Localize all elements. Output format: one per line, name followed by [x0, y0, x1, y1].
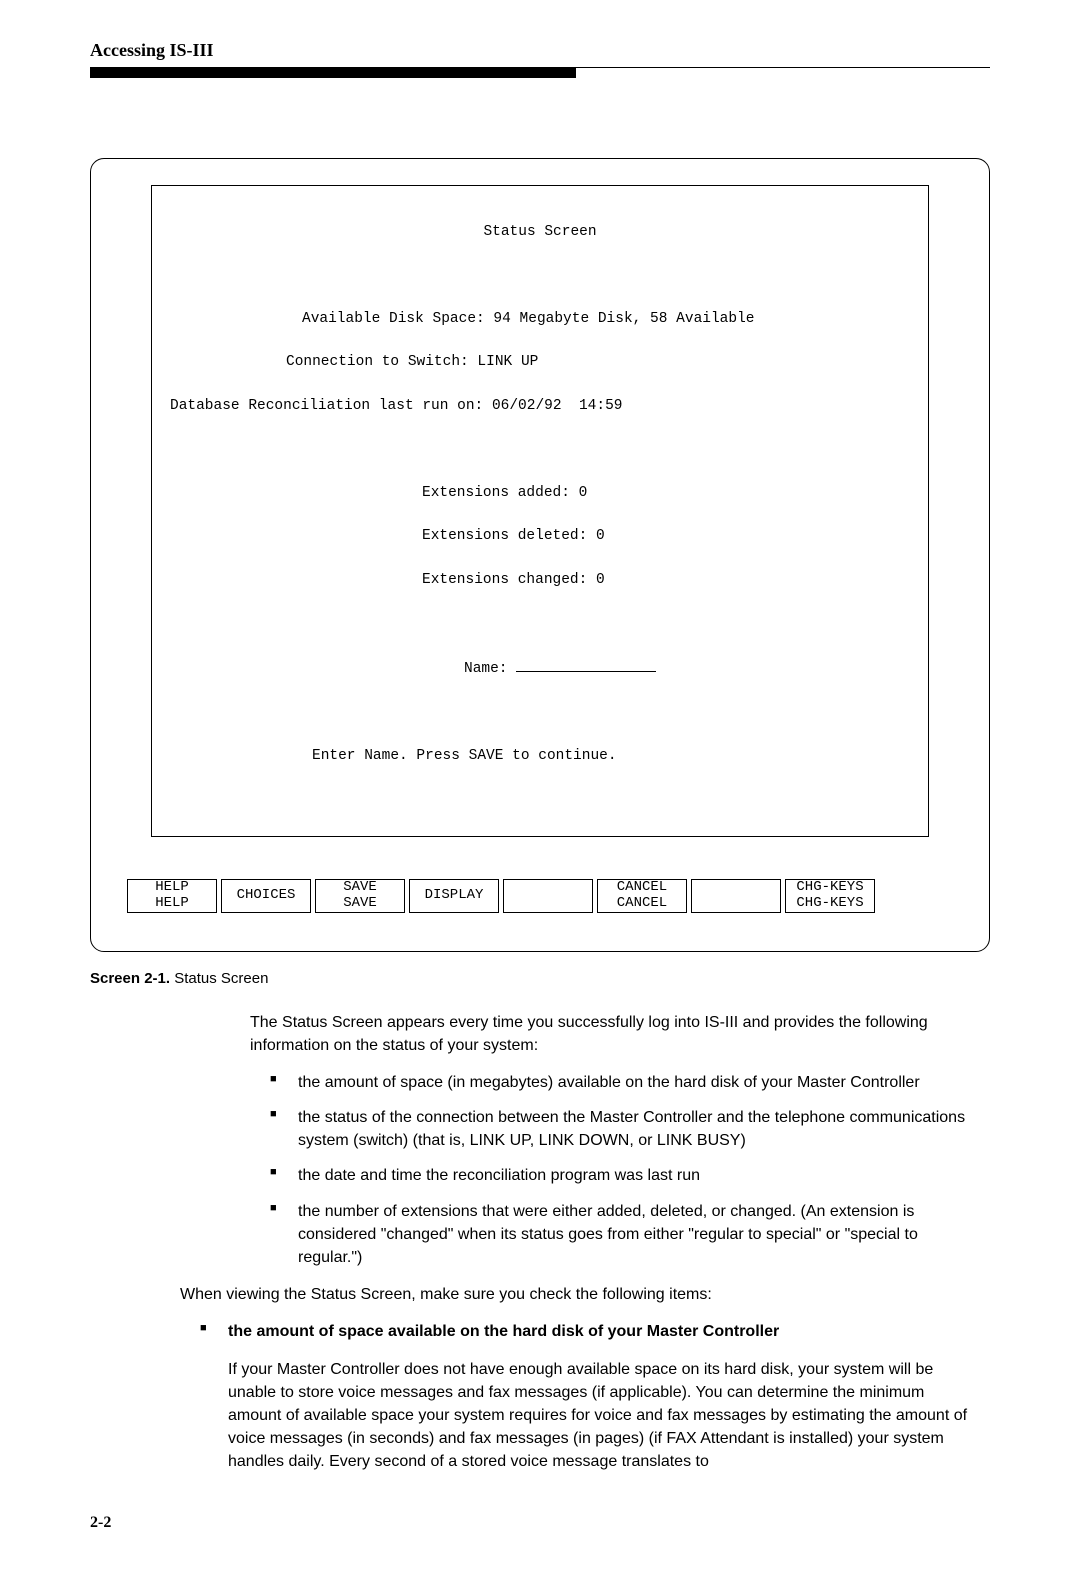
fkey-label-top: SAVE [343, 880, 377, 895]
check-bullet-bold: the amount of space available on the har… [228, 1323, 779, 1340]
fkey-label-bot: HELP [155, 896, 189, 911]
feature-bullets: the amount of space (in megabytes) avail… [250, 1071, 970, 1269]
intro-paragraph: The Status Screen appears every time you… [250, 1011, 970, 1057]
fkey-label-bot: CANCEL [617, 896, 667, 911]
fkey-label-top: CANCEL [617, 880, 667, 895]
list-item: the number of extensions that were eithe… [294, 1200, 970, 1270]
list-item: the status of the connection between the… [294, 1106, 970, 1152]
body-content: The Status Screen appears every time you… [250, 1011, 970, 1270]
terminal-connection: Connection to Switch: LINK UP [162, 352, 918, 374]
list-item: the date and time the reconciliation pro… [294, 1164, 970, 1187]
fkey-chg-keys[interactable]: CHG-KEYS CHG-KEYS [785, 879, 875, 913]
caption-text: Status Screen [170, 970, 268, 987]
fkey-help[interactable]: HELP HELP [127, 879, 217, 913]
fkey-choices[interactable]: CHOICES [221, 879, 311, 913]
caption-label: Screen 2-1. [90, 970, 170, 987]
fkey-display[interactable]: DISPLAY [409, 879, 499, 913]
terminal-name-input[interactable] [516, 657, 656, 673]
list-item: the amount of space available on the har… [224, 1320, 970, 1473]
fkey-empty[interactable] [503, 879, 593, 913]
check-paragraph: If your Master Controller does not have … [228, 1358, 970, 1474]
terminal-disk-space: Available Disk Space: 94 Megabyte Disk, … [162, 309, 918, 331]
check-bullets: the amount of space available on the har… [180, 1320, 970, 1473]
header-rule-thick [90, 68, 576, 78]
fkey-save[interactable]: SAVE SAVE [315, 879, 405, 913]
fkey-label-top: HELP [155, 880, 189, 895]
terminal-ext-deleted: Extensions deleted: 0 [162, 526, 918, 548]
terminal-window: Status Screen Available Disk Space: 94 M… [90, 158, 990, 952]
terminal-ext-changed: Extensions changed: 0 [162, 570, 918, 592]
fkey-empty-2[interactable] [691, 879, 781, 913]
page-number: 2-2 [90, 1514, 990, 1532]
terminal-name-label: Name: [464, 659, 508, 681]
function-key-row: HELP HELP CHOICES SAVE SAVE DISPLAY CANC… [127, 879, 953, 913]
check-intro: When viewing the Status Screen, make sur… [180, 1283, 970, 1306]
check-section: When viewing the Status Screen, make sur… [180, 1283, 970, 1473]
terminal-ext-added: Extensions added: 0 [162, 483, 918, 505]
fkey-label-top: CHG-KEYS [796, 880, 863, 895]
fkey-label-bot: CHOICES [237, 888, 296, 903]
fkey-cancel[interactable]: CANCEL CANCEL [597, 879, 687, 913]
list-item: the amount of space (in megabytes) avail… [294, 1071, 970, 1094]
terminal-content: Status Screen Available Disk Space: 94 M… [151, 185, 929, 837]
terminal-title: Status Screen [162, 222, 918, 244]
fkey-label-bot: SAVE [343, 896, 377, 911]
terminal-reconciliation: Database Reconciliation last run on: 06/… [162, 396, 918, 418]
page-header-title: Accessing IS-III [90, 40, 990, 61]
screen-caption: Screen 2-1. Status Screen [90, 970, 990, 987]
fkey-label-top: DISPLAY [425, 888, 484, 903]
fkey-label-bot: CHG-KEYS [796, 896, 863, 911]
terminal-prompt: Enter Name. Press SAVE to continue. [162, 746, 918, 768]
